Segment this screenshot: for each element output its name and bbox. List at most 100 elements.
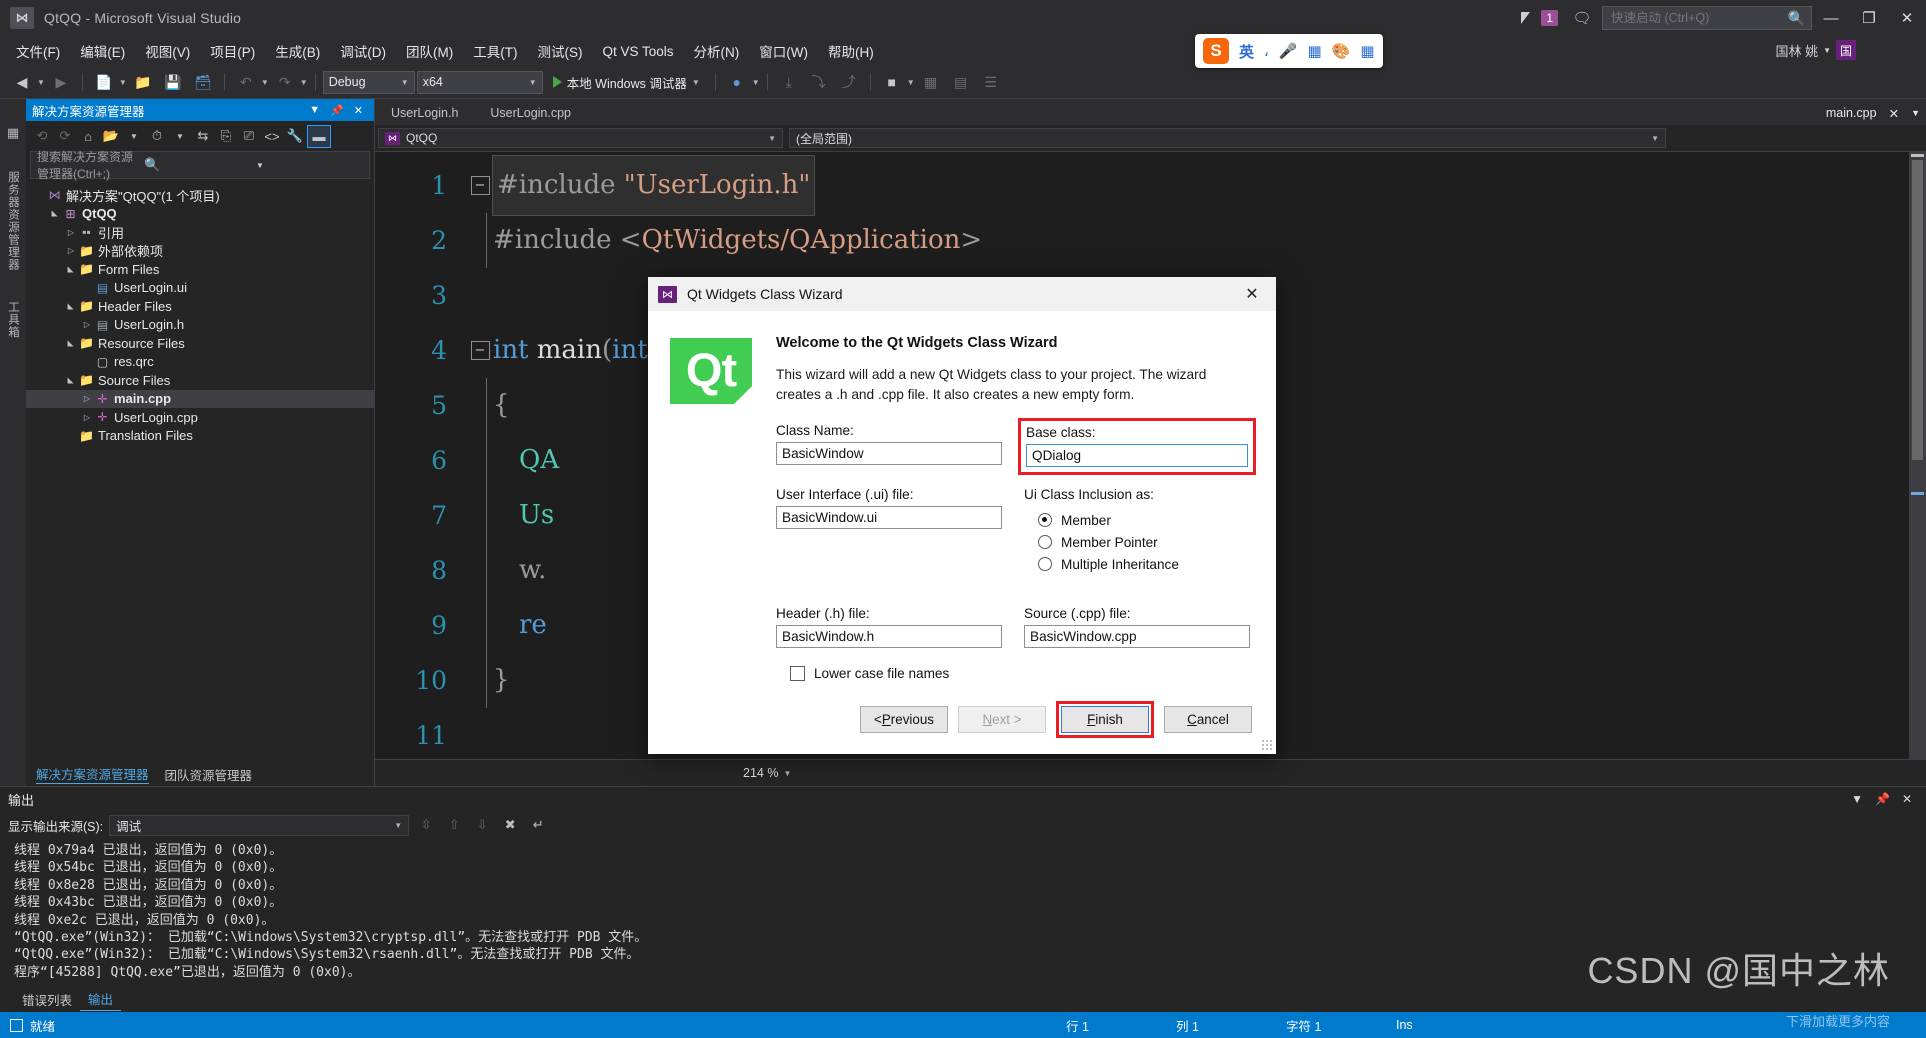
home-icon[interactable]: ⌂ — [77, 126, 99, 147]
next-message-icon[interactable]: ⇩ — [471, 815, 493, 836]
tree-item-source-files[interactable]: ◢ 📁 Source Files — [26, 371, 374, 390]
menu-item-team[interactable]: 团队(M) — [396, 37, 463, 65]
header-file-input[interactable] — [776, 625, 1002, 648]
radio-multiple-inheritance[interactable]: Multiple Inheritance — [1038, 554, 1250, 574]
rail-tab-server-explorer[interactable]: 服务器资源管理器 — [5, 171, 21, 271]
finish-button[interactable]: Finish — [1061, 705, 1149, 733]
account-area[interactable]: 国林 姚 ▼ 国 — [1775, 40, 1856, 60]
chevron-down-icon[interactable]: ▼ — [1845, 792, 1869, 806]
server-explorer-icon[interactable]: ▦ — [7, 125, 19, 141]
editor-vertical-scrollbar[interactable] — [1909, 152, 1926, 759]
keyboard-icon[interactable]: ▦ — [1308, 42, 1322, 60]
output-source-combo[interactable]: 调试 ▼ — [109, 814, 410, 836]
rail-tab-toolbox[interactable]: 工具箱 — [5, 301, 21, 339]
search-icon[interactable]: 🔍 — [144, 157, 251, 173]
save-icon[interactable]: 💾 — [159, 70, 187, 94]
tree-item-resource-files[interactable]: ◢ 📁 Resource Files — [26, 334, 374, 353]
step-into-icon[interactable]: ⤓ — [775, 70, 803, 94]
tree-item-translation-files[interactable]: 📁 Translation Files — [26, 427, 374, 446]
menu-item-window[interactable]: 窗口(W) — [749, 37, 818, 65]
menu-item-debug[interactable]: 调试(D) — [330, 37, 396, 65]
list-icon[interactable]: ☰ — [977, 70, 1005, 94]
goto-message-icon[interactable]: ⇳ — [415, 815, 437, 836]
tree-item--[interactable]: ▷ 📁 外部依赖项 — [26, 242, 374, 261]
chevron-collapsed-icon[interactable]: ▷ — [80, 320, 94, 329]
project-scope-combo[interactable]: ⋈ QtQQ ▼ — [378, 128, 783, 148]
chevron-down-icon[interactable]: ▼ — [119, 78, 127, 87]
step-over-icon[interactable]: ⤵ — [805, 70, 833, 94]
tree-item-userlogin.cpp[interactable]: ▷ ✛ UserLogin.cpp — [26, 408, 374, 427]
chevron-collapsed-icon[interactable]: ▷ — [80, 394, 94, 403]
chevron-down-icon[interactable]: ▼ — [300, 78, 308, 87]
tree-item--[interactable]: ▷ ▪▪ 引用 — [26, 223, 374, 242]
notification-indicator[interactable]: 1 — [1521, 10, 1558, 26]
ime-mode-label[interactable]: 英 — [1239, 41, 1254, 62]
minimize-button[interactable]: — — [1812, 0, 1850, 36]
undo-icon[interactable]: ↶ — [232, 70, 260, 94]
chevron-expanded-icon[interactable]: ◢ — [67, 373, 76, 387]
chevron-expanded-icon[interactable]: ◢ — [67, 299, 76, 313]
solution-tree[interactable]: ⋈ 解决方案"QtQQ"(1 个项目) ◢ ⊞ QtQQ ▷ ▪▪ 引用 ▷ 📁 外部依赖项 ◢ 📁 Fo… — [26, 182, 374, 762]
lowercase-checkbox-row[interactable]: Lower case file names — [790, 666, 1250, 681]
chevron-collapsed-icon[interactable]: ▷ — [64, 246, 78, 255]
close-button[interactable]: ✕ — [1888, 0, 1926, 36]
stop-icon[interactable]: ■ — [878, 70, 906, 94]
tree-item-userlogin.ui[interactable]: ▤ UserLogin.ui — [26, 279, 374, 298]
quick-launch-input[interactable] — [1609, 10, 1806, 26]
editor-tab-userlogin-h[interactable]: UserLogin.h — [375, 101, 475, 125]
scrollbar-thumb[interactable] — [1912, 160, 1923, 460]
editor-tab-main-cpp[interactable]: main.cpp — [1820, 106, 1883, 120]
chevron-expanded-icon[interactable]: ◢ — [51, 207, 60, 221]
preview-icon[interactable]: ▬ — [307, 124, 331, 148]
solution-explorer-search[interactable]: 搜索解决方案资源管理器(Ctrl+;) 🔍 ▼ — [30, 150, 370, 181]
show-all-files-icon[interactable]: <> — [261, 126, 283, 147]
cancel-button[interactable]: Cancel — [1164, 705, 1252, 733]
menu-item-tools[interactable]: 工具(T) — [463, 37, 527, 65]
sync-icon[interactable]: ⇆ — [192, 126, 214, 147]
open-file-icon[interactable]: 📁 — [129, 70, 157, 94]
chevron-expanded-icon[interactable]: ◢ — [67, 262, 76, 276]
class-name-input[interactable] — [776, 442, 1002, 465]
tab-output[interactable]: 输出 — [80, 987, 122, 1011]
pin-icon[interactable]: 📌 — [1869, 792, 1896, 806]
quick-launch-box[interactable]: 🔍 — [1602, 6, 1812, 30]
collapse-all-icon[interactable]: ⎚ — [238, 126, 260, 147]
base-class-input[interactable] — [1026, 444, 1248, 467]
tree-item-res.qrc[interactable]: ▢ res.qrc — [26, 353, 374, 372]
resize-grip[interactable] — [1261, 739, 1273, 751]
zoom-combo[interactable]: 214 % ▼ — [743, 766, 791, 780]
start-debugging-button[interactable]: 本地 Windows 调试器 ▼ — [545, 73, 708, 92]
configuration-combo[interactable]: Debug ▼ — [322, 70, 415, 94]
skin-icon[interactable]: 🎨 — [1332, 42, 1351, 60]
grid-icon[interactable]: ▦ — [917, 70, 945, 94]
tab-solution-explorer[interactable]: 解决方案资源管理器 — [36, 764, 149, 784]
save-all-icon[interactable]: 🗃 — [189, 70, 217, 94]
radio-member-pointer[interactable]: Member Pointer — [1038, 532, 1250, 552]
fold-toggle[interactable]: − — [467, 176, 493, 195]
sogou-ime-bar[interactable]: S 英 ، 🎤 ▦ 🎨 ▦ — [1195, 34, 1383, 68]
chevron-collapsed-icon[interactable]: ▷ — [64, 228, 78, 237]
chevron-expanded-icon[interactable]: ◢ — [67, 336, 76, 350]
previous-button[interactable]: < Previous — [860, 705, 948, 733]
menu-item-analyze[interactable]: 分析(N) — [684, 37, 750, 65]
clear-all-icon[interactable]: ✖ — [499, 815, 521, 836]
tree-item-main.cpp[interactable]: ▷ ✛ main.cpp — [26, 389, 374, 408]
dialog-close-button[interactable]: ✕ — [1234, 281, 1270, 307]
next-button[interactable]: Next > — [958, 705, 1046, 733]
tree-item-userlogin.h[interactable]: ▷ ▤ UserLogin.h — [26, 316, 374, 335]
voice-icon[interactable]: 🎤 — [1279, 42, 1298, 60]
punctuation-icon[interactable]: ، — [1264, 42, 1269, 60]
properties-icon[interactable]: 🔧 — [284, 126, 306, 147]
step-out-icon[interactable]: ⤴ — [835, 70, 863, 94]
bug-icon[interactable]: ● — [723, 70, 751, 94]
chevron-down-icon[interactable]: ▼ — [752, 78, 760, 87]
chevron-down-icon[interactable]: ▼ — [37, 78, 45, 87]
tree-item-form-files[interactable]: ◢ 📁 Form Files — [26, 260, 374, 279]
switch-views-icon[interactable]: 📂 — [100, 126, 122, 147]
restore-button[interactable]: ❐ — [1850, 0, 1888, 36]
pending-changes-icon[interactable]: ⏱ — [146, 126, 168, 147]
table-icon[interactable]: ▤ — [947, 70, 975, 94]
chevron-down-icon[interactable]: ▼ — [1905, 108, 1926, 118]
redo-icon[interactable]: ↷ — [271, 70, 299, 94]
chevron-down-icon[interactable]: ▼ — [169, 126, 191, 147]
